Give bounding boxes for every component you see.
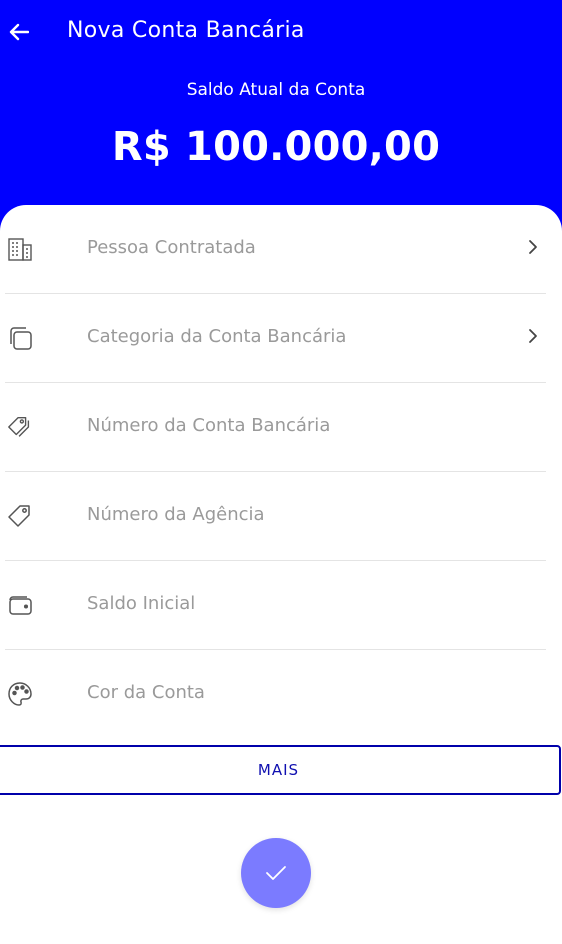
row-cor-conta[interactable]: Cor da Conta (0, 650, 562, 739)
row-label: Número da Conta Bancária (87, 415, 331, 436)
back-button[interactable] (6, 18, 32, 46)
row-label: Número da Agência (87, 504, 265, 525)
arrow-left-icon (9, 23, 29, 41)
row-categoria-conta[interactable]: Categoria da Conta Bancária (0, 294, 562, 383)
row-numero-conta[interactable]: Número da Conta Bancária (0, 383, 562, 472)
balance-value: R$ 100.000,00 (111, 124, 441, 170)
row-pessoa-contratada[interactable]: Pessoa Contratada (0, 205, 562, 294)
palette-icon (6, 680, 34, 708)
balance-label: Saldo Atual da Conta (186, 80, 366, 100)
confirm-button[interactable] (241, 838, 311, 908)
check-icon (266, 866, 286, 880)
row-label: Pessoa Contratada (87, 237, 256, 258)
building-icon (6, 235, 34, 263)
page-title: Nova Conta Bancária (67, 18, 305, 43)
row-saldo-inicial[interactable]: Saldo Inicial (0, 561, 562, 650)
more-button[interactable]: MAIS (0, 745, 561, 795)
row-label: Cor da Conta (87, 682, 205, 703)
form-card: Pessoa Contratada Categoria da Conta Ban… (0, 205, 562, 944)
row-label: Saldo Inicial (87, 593, 196, 614)
chevron-right-icon (526, 326, 540, 346)
row-numero-agencia[interactable]: Número da Agência (0, 472, 562, 561)
chevron-right-icon (526, 237, 540, 257)
row-label: Categoria da Conta Bancária (87, 326, 347, 347)
tag-icon (6, 502, 34, 530)
tags-icon (6, 413, 34, 441)
wallet-icon (6, 591, 34, 619)
stacked-squares-icon (6, 324, 34, 352)
app-header: Nova Conta Bancária Saldo Atual da Conta… (0, 0, 562, 240)
